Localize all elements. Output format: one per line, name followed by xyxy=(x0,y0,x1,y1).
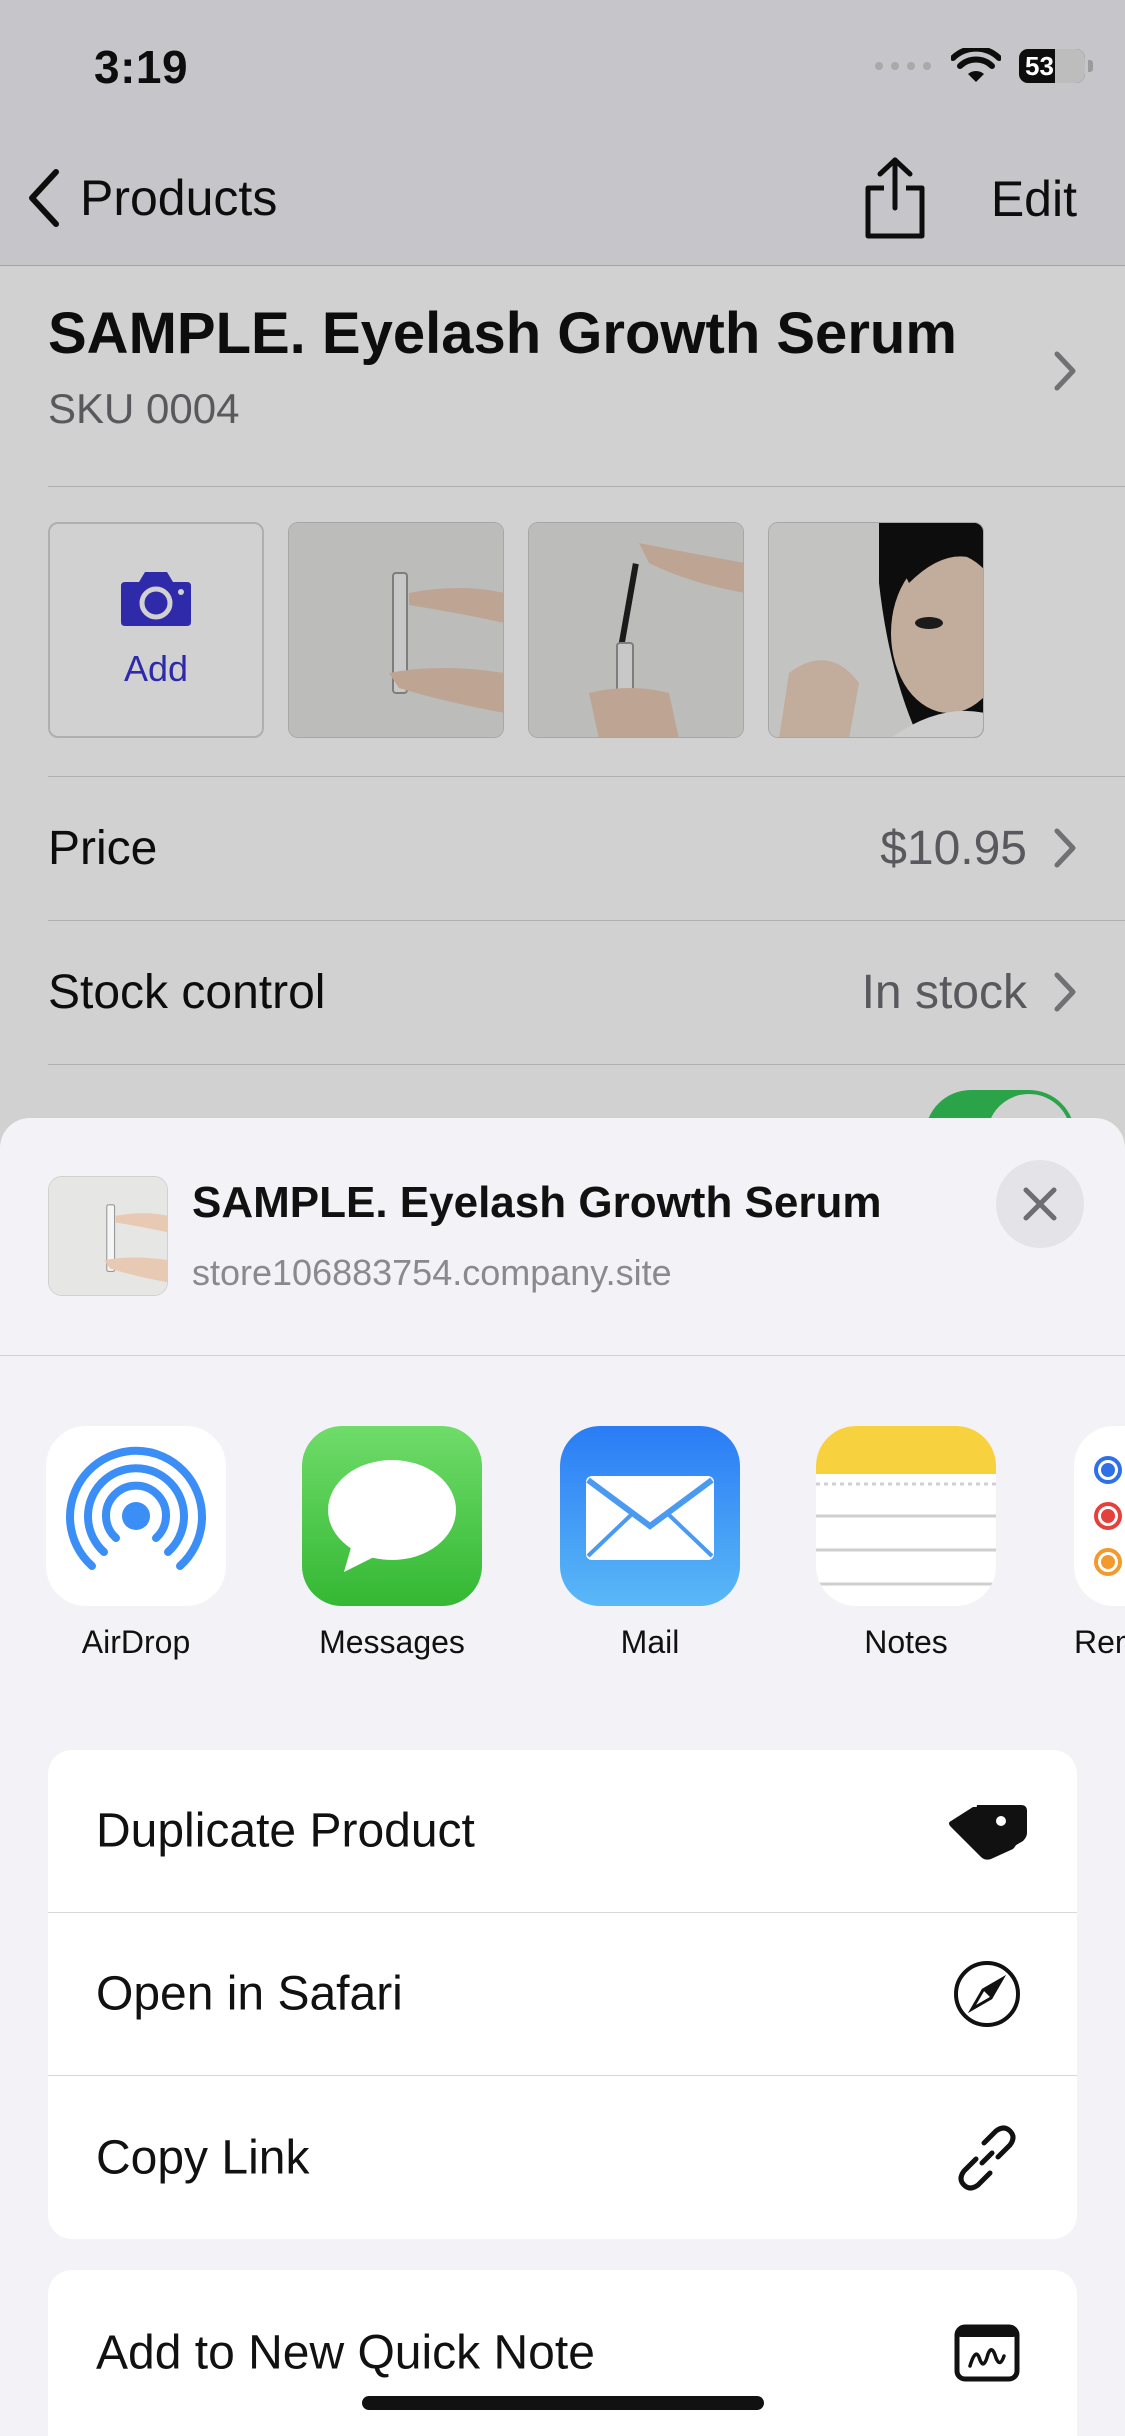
tags-icon xyxy=(945,1789,1029,1873)
compass-icon xyxy=(945,1952,1029,2036)
share-app-messages[interactable]: Messages xyxy=(302,1426,482,1661)
app-label: AirDrop xyxy=(81,1624,191,1660)
share-app-notes[interactable]: Notes xyxy=(816,1426,996,1661)
action-label: Open in Safari xyxy=(96,1967,403,2021)
close-button[interactable] xyxy=(996,1160,1084,1248)
share-sheet: SAMPLE. Eyelash Growth Serum store106883… xyxy=(0,1118,1125,2436)
share-url: store106883754.company.site xyxy=(192,1252,672,1293)
open-in-safari-action[interactable]: Open in Safari xyxy=(48,1913,1077,2076)
battery-icon: 53 xyxy=(1019,49,1093,83)
action-label: Add to New Quick Note xyxy=(96,2326,595,2380)
share-app-mail[interactable]: Mail xyxy=(560,1426,740,1661)
share-app-reminders[interactable]: Rem xyxy=(1074,1426,1125,1661)
share-actions-group: Duplicate Product Open in Safari Copy Li… xyxy=(48,1750,1077,2239)
app-label: Mail xyxy=(620,1624,680,1660)
duplicate-product-action[interactable]: Duplicate Product xyxy=(48,1750,1077,1913)
app-label: Notes xyxy=(864,1624,948,1660)
share-title: SAMPLE. Eyelash Growth Serum xyxy=(192,1178,882,1227)
copy-link-action[interactable]: Copy Link xyxy=(48,2076,1077,2239)
mail-icon xyxy=(560,1426,740,1606)
link-icon xyxy=(945,2116,1029,2200)
airdrop-icon xyxy=(46,1426,226,1606)
app-label: Rem xyxy=(1074,1624,1125,1660)
share-app-airdrop[interactable]: AirDrop xyxy=(46,1426,226,1661)
messages-icon xyxy=(302,1426,482,1606)
app-label: Messages xyxy=(319,1624,465,1660)
action-label: Duplicate Product xyxy=(96,1804,475,1858)
quick-note-action[interactable]: Add to New Quick Note xyxy=(48,2270,1077,2436)
share-apps-row: AirDrop Messages Mail Notes Re xyxy=(0,1426,1125,1686)
notes-icon xyxy=(816,1426,996,1606)
quick-note-icon xyxy=(945,2311,1029,2395)
reminders-icon xyxy=(1074,1426,1125,1606)
action-label: Copy Link xyxy=(96,2131,310,2184)
home-indicator[interactable] xyxy=(362,2396,764,2410)
share-sheet-header: SAMPLE. Eyelash Growth Serum store106883… xyxy=(0,1118,1125,1356)
share-actions-group-2: Add to New Quick Note xyxy=(48,2270,1077,2436)
close-icon xyxy=(1023,1187,1057,1221)
share-thumbnail xyxy=(48,1176,168,1296)
